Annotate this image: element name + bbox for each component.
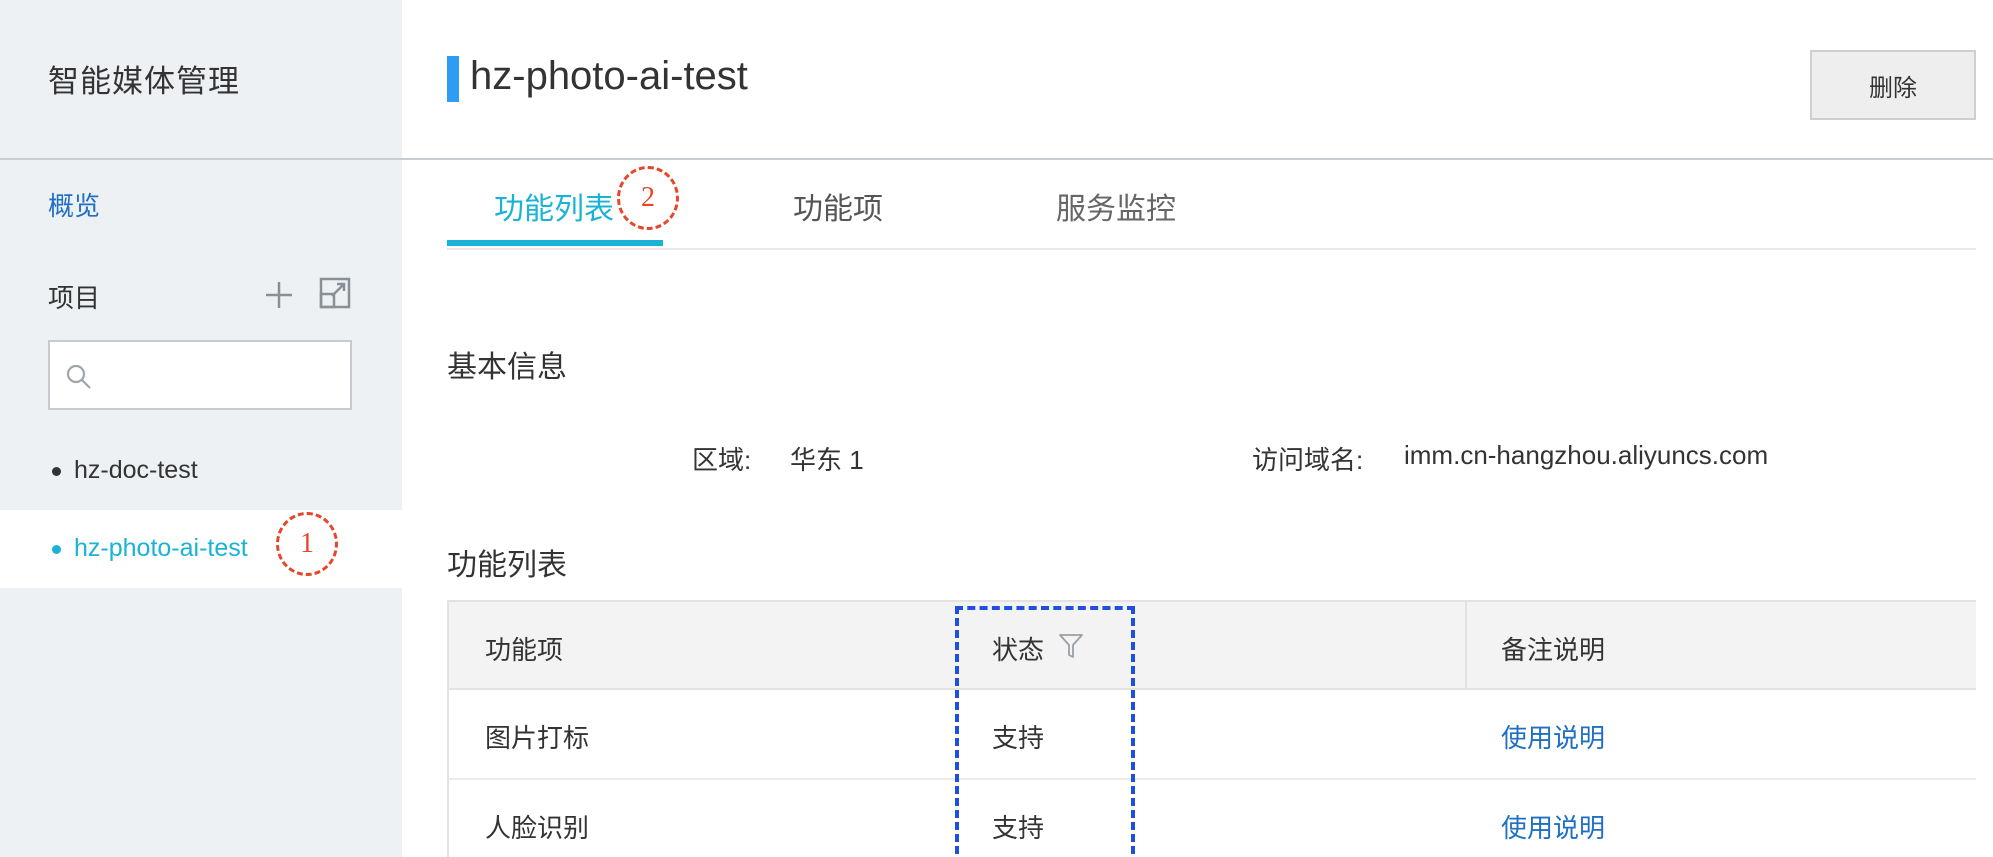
delete-button[interactable]: 删除 (1810, 50, 1976, 120)
feature-name: 人脸识别 (485, 813, 590, 843)
table-row: 人脸识别 支持 使用说明 (447, 780, 1976, 857)
product-title: 智能媒体管理 (48, 64, 240, 99)
domain-label: 访问域名: (1252, 445, 1364, 475)
active-tab-indicator (447, 240, 663, 246)
table-header: 功能项 状态 备注说明 (447, 600, 1976, 692)
sidebar-item-hz-doc-test[interactable]: hz-doc-test (0, 432, 402, 510)
tab-feature-items[interactable]: 功能项 (793, 184, 883, 228)
sidebar-item-label: hz-doc-test (74, 456, 198, 484)
feature-list-heading: 功能列表 (447, 549, 567, 582)
sidebar-item-overview[interactable]: 概览 (48, 186, 100, 223)
annotation-marker-1: 1 (276, 512, 338, 576)
tab-service-monitor[interactable]: 服务监控 (1056, 184, 1176, 228)
bullet-icon (52, 545, 61, 554)
region-label: 区域: (692, 445, 752, 475)
bullet-icon (52, 467, 61, 476)
usage-guide-link[interactable]: 使用说明 (1501, 718, 1605, 755)
plus-icon[interactable] (262, 278, 296, 312)
projects-label: 项目 (48, 283, 101, 313)
sidebar: 智能媒体管理 概览 项目 hz-doc-test hz-photo-ai-tes… (0, 0, 402, 857)
sidebar-header: 智能媒体管理 (0, 0, 402, 158)
column-header-feature: 功能项 (485, 635, 564, 665)
basic-info-heading: 基本信息 (447, 351, 567, 384)
region-value: 华东 1 (790, 445, 864, 475)
column-header-note: 备注说明 (1501, 635, 1606, 665)
project-search-field[interactable] (48, 340, 352, 410)
expand-icon[interactable] (318, 276, 352, 310)
column-divider (1465, 602, 1467, 692)
tab-feature-list[interactable]: 功能列表 (494, 184, 614, 228)
sidebar-item-label: hz-photo-ai-test (74, 534, 248, 562)
feature-name: 图片打标 (485, 723, 590, 753)
table-border (447, 600, 449, 857)
usage-guide-link[interactable]: 使用说明 (1501, 808, 1605, 845)
search-icon (66, 364, 91, 389)
title-accent-bar (447, 56, 459, 102)
project-search-input[interactable] (106, 352, 336, 398)
table-row: 图片打标 支持 使用说明 (447, 690, 1976, 780)
sidebar-item-hz-photo-ai-test[interactable]: hz-photo-ai-test (0, 510, 402, 588)
status-column-highlight (955, 606, 1135, 857)
annotation-marker-2: 2 (617, 166, 679, 230)
domain-value: imm.cn-hangzhou.aliyuncs.com (1404, 440, 1769, 470)
page-title: hz-photo-ai-test (470, 54, 748, 98)
